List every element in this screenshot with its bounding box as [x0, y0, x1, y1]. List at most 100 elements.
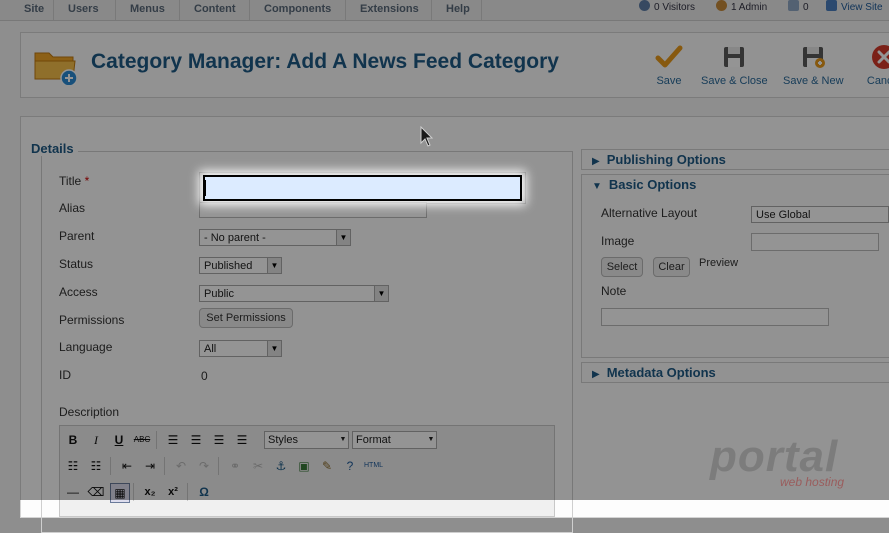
view-site-link[interactable]: View Site	[826, 0, 883, 20]
styles-select-value: Styles	[268, 434, 298, 446]
id-label: ID	[59, 368, 71, 382]
special-character-icon[interactable]: Ω	[195, 483, 213, 501]
image-select-button[interactable]: Select	[601, 257, 643, 277]
subscript-icon[interactable]: x₂	[141, 483, 159, 501]
toolbar-separator	[156, 431, 157, 449]
cancel-button[interactable]: Cancel	[859, 43, 889, 91]
text-caret	[205, 180, 206, 196]
alias-input[interactable]	[199, 202, 427, 218]
visitors-status[interactable]: 0 Visitors	[639, 0, 695, 20]
html-source-icon[interactable]: HTML	[364, 457, 383, 475]
undo-icon[interactable]: ↶	[172, 457, 190, 475]
messages-status[interactable]: 0	[788, 0, 809, 20]
title-label: Title *	[59, 174, 90, 188]
admins-status[interactable]: 1 Admin	[716, 0, 767, 20]
publishing-options-panel[interactable]: ▶ Publishing Options	[581, 149, 889, 170]
format-select-value: Format	[356, 434, 391, 446]
image-path-input[interactable]	[751, 233, 879, 251]
indent-icon[interactable]: ⇥	[141, 457, 159, 475]
admin-users-icon	[716, 0, 727, 11]
description-label: Description	[59, 405, 120, 419]
menu-users[interactable]: Users	[54, 0, 116, 20]
visual-aid-icon[interactable]: ▦	[110, 483, 130, 503]
menu-content[interactable]: Content	[180, 0, 250, 20]
underline-icon[interactable]: U	[110, 431, 128, 449]
unlink-icon[interactable]: ✂	[249, 457, 267, 475]
basic-options-header[interactable]: ▼ Basic Options	[582, 177, 696, 192]
id-value: 0	[201, 369, 208, 383]
metadata-options-header[interactable]: ▶ Metadata Options	[582, 365, 716, 380]
styles-select[interactable]: Styles ▼	[264, 431, 349, 449]
save-label: Save	[656, 75, 682, 87]
horizontal-rule-icon[interactable]: —	[64, 483, 82, 501]
help-icon[interactable]: ?	[341, 457, 359, 475]
menu-components[interactable]: Components	[250, 0, 346, 20]
align-left-icon[interactable]: ☰	[164, 431, 182, 449]
checkmark-icon	[655, 45, 683, 68]
messages-icon	[788, 0, 799, 11]
access-label: Access	[59, 285, 98, 299]
save-new-button[interactable]: Save & New	[783, 43, 844, 91]
note-input[interactable]	[601, 308, 829, 326]
superscript-icon[interactable]: x²	[164, 483, 182, 501]
align-right-icon[interactable]: ☰	[210, 431, 228, 449]
publishing-options-title: Publishing Options	[606, 152, 726, 167]
category-folder-icon	[34, 52, 77, 85]
parent-select[interactable]: - No parent - ▼	[199, 229, 351, 246]
caret-right-icon: ▶	[592, 369, 600, 380]
details-legend: Details	[27, 141, 78, 156]
floppy-disk-icon	[724, 47, 744, 67]
caret-down-icon: ▼	[592, 181, 602, 192]
chevron-down-icon: ▼	[427, 436, 435, 443]
link-icon[interactable]: ⚭	[226, 457, 244, 475]
toolbar-separator	[218, 457, 219, 475]
toolbar-separator	[110, 457, 111, 475]
save-close-label: Save & Close	[701, 75, 768, 87]
title-input[interactable]	[203, 175, 522, 201]
alternative-layout-value: Use Global	[756, 209, 811, 221]
image-preview-label: Preview	[699, 257, 739, 269]
chevron-down-icon: ▼	[374, 286, 388, 301]
align-center-icon[interactable]: ☰	[187, 431, 205, 449]
chevron-down-icon: ▼	[339, 436, 347, 443]
page: Site Users Menus Content Components Exte…	[0, 0, 889, 533]
redo-icon[interactable]: ↷	[195, 457, 213, 475]
align-justify-icon[interactable]: ☰	[233, 431, 251, 449]
image-icon[interactable]: ▣	[295, 457, 313, 475]
portal-watermark: portal web hosting	[710, 432, 860, 492]
basic-options-title: Basic Options	[608, 177, 697, 192]
menu-menus[interactable]: Menus	[116, 0, 180, 20]
access-select[interactable]: Public ▼	[199, 285, 389, 302]
publishing-options-header[interactable]: ▶ Publishing Options	[582, 152, 726, 167]
set-permissions-button[interactable]: Set Permissions	[199, 308, 293, 328]
cleanup-icon[interactable]: ✎	[318, 457, 336, 475]
remove-format-icon[interactable]: ⌫	[87, 483, 105, 501]
bold-icon[interactable]: B	[64, 431, 82, 449]
status-select[interactable]: Published ▼	[199, 257, 282, 274]
note-label: Note	[601, 284, 627, 298]
italic-icon[interactable]: I	[87, 431, 105, 449]
outdent-icon[interactable]: ⇤	[118, 457, 136, 475]
bullet-list-icon[interactable]: ☷	[64, 457, 82, 475]
format-select[interactable]: Format ▼	[352, 431, 437, 449]
numbered-list-icon[interactable]: ☷	[87, 457, 105, 475]
anchor-icon[interactable]: ⚓	[272, 457, 290, 475]
toolbar-separator	[187, 483, 188, 501]
save-close-button[interactable]: Save & Close	[701, 43, 768, 91]
alternative-layout-label: Alternative Layout	[601, 206, 698, 220]
floppy-disk-add-icon	[803, 47, 825, 68]
image-clear-button[interactable]: Clear	[653, 257, 690, 277]
alternative-layout-select[interactable]: Use Global	[751, 206, 889, 223]
language-select[interactable]: All ▼	[199, 340, 282, 357]
caret-right-icon: ▶	[592, 156, 600, 167]
page-title: Category Manager: Add A News Feed Catego…	[91, 50, 559, 73]
menu-extensions[interactable]: Extensions	[346, 0, 432, 20]
metadata-options-panel[interactable]: ▶ Metadata Options	[581, 362, 889, 383]
save-button[interactable]: Save	[649, 43, 689, 91]
language-label: Language	[59, 340, 113, 354]
menu-help[interactable]: Help	[432, 0, 482, 20]
menu-site[interactable]: Site	[0, 0, 54, 20]
save-new-label: Save & New	[783, 75, 844, 87]
strikethrough-icon[interactable]: ABC	[133, 431, 151, 449]
metadata-options-title: Metadata Options	[606, 365, 716, 380]
